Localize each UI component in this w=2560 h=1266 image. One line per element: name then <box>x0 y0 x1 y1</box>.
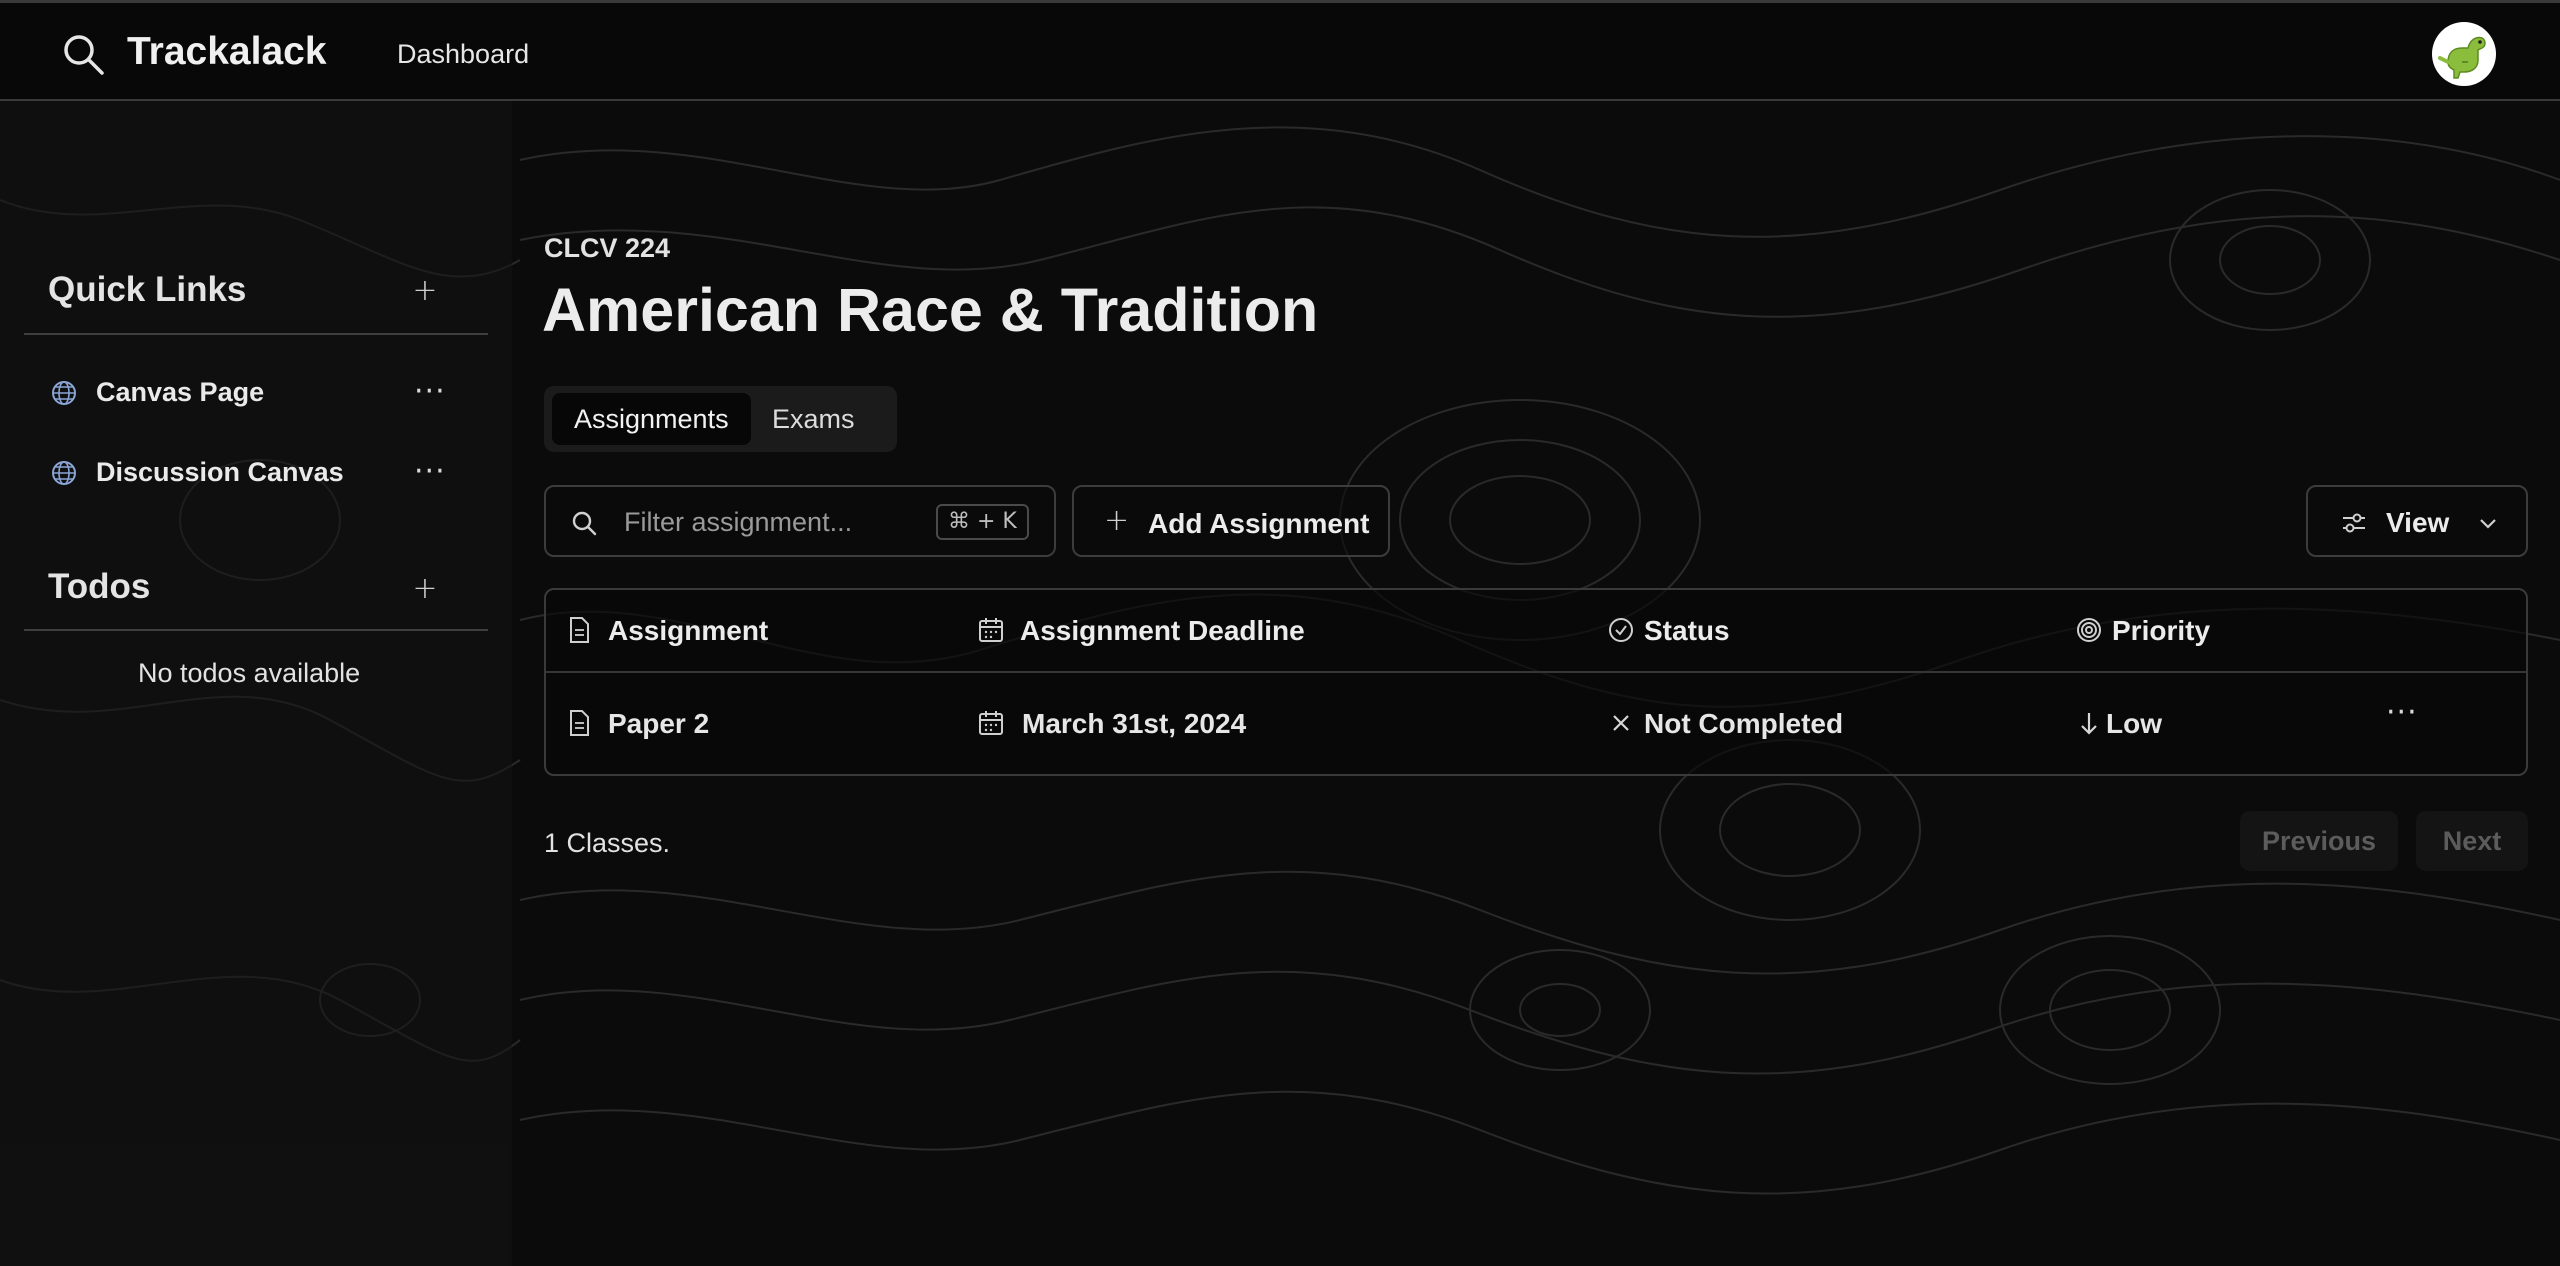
check-circle-icon <box>1609 618 1633 642</box>
table-cell-status: Not Completed <box>1608 703 2028 743</box>
view-options-button[interactable]: View <box>2306 485 2528 557</box>
tab-exams[interactable]: Exams <box>750 393 877 445</box>
page-title: American Race & Tradition <box>542 276 1319 344</box>
document-icon <box>570 710 589 736</box>
row-actions-more-icon[interactable]: ··· <box>2386 698 2418 728</box>
table-cell-assignment[interactable]: Paper 2 <box>566 703 946 743</box>
assignment-priority: Low <box>2106 708 2162 739</box>
nav-dashboard-link[interactable]: Dashboard <box>397 39 529 70</box>
keyboard-shortcut-badge: ⌘ + K <box>936 504 1029 540</box>
app-brand[interactable]: Trackalack <box>127 30 327 74</box>
column-header-priority[interactable]: Priority <box>2076 610 2376 650</box>
main-content: CLCV 224 American Race & Tradition Assig… <box>0 0 2560 1266</box>
chevron-down-icon <box>2480 519 2496 529</box>
column-header-label: Assignment Deadline <box>1020 615 1305 646</box>
assignments-table: Assignment Assignment Deadline Status Pr… <box>544 588 2528 776</box>
calendar-icon <box>979 618 1003 642</box>
column-header-deadline[interactable]: Assignment Deadline <box>978 610 1578 650</box>
add-assignment-label: Add Assignment <box>1148 508 1370 539</box>
previous-page-button[interactable]: Previous <box>2240 811 2398 871</box>
close-icon <box>1613 715 1629 731</box>
assignment-deadline: March 31st, 2024 <box>1022 708 1247 739</box>
table-header-divider <box>546 671 2526 673</box>
column-header-label: Assignment <box>608 615 769 646</box>
search-icon[interactable] <box>60 31 106 77</box>
table-cell-priority: Low <box>2076 703 2376 743</box>
arrow-down-icon <box>2081 713 2097 735</box>
dinosaur-avatar-icon <box>2438 36 2486 79</box>
top-navigation-bar: Trackalack Dashboard <box>0 0 2560 101</box>
tab-assignments[interactable]: Assignments <box>552 393 751 445</box>
user-avatar[interactable] <box>2432 22 2496 86</box>
plus-icon: + <box>1104 503 1130 538</box>
next-page-button[interactable]: Next <box>2416 811 2528 871</box>
sliders-icon <box>2343 513 2365 533</box>
add-assignment-button[interactable]: + Add Assignment <box>1072 485 1390 557</box>
assignment-filter: ⌘ + K <box>544 485 1056 557</box>
column-header-status[interactable]: Status <box>1608 610 2028 650</box>
column-header-label: Priority <box>2112 615 2211 646</box>
calendar-icon <box>979 711 1003 735</box>
column-header-assignment[interactable]: Assignment <box>566 610 946 650</box>
assignment-status: Not Completed <box>1644 708 1844 739</box>
assignment-name: Paper 2 <box>608 708 710 739</box>
document-icon <box>570 617 589 643</box>
view-label: View <box>2386 507 2450 538</box>
target-icon <box>2077 618 2101 642</box>
course-code: CLCV 224 <box>544 233 671 263</box>
search-icon <box>572 511 597 536</box>
filter-input[interactable] <box>624 501 924 543</box>
table-cell-deadline: March 31st, 2024 <box>978 703 1578 743</box>
tab-list: Assignments Exams <box>544 386 897 452</box>
column-header-label: Status <box>1644 615 1730 646</box>
result-count: 1 Classes. <box>544 828 671 858</box>
